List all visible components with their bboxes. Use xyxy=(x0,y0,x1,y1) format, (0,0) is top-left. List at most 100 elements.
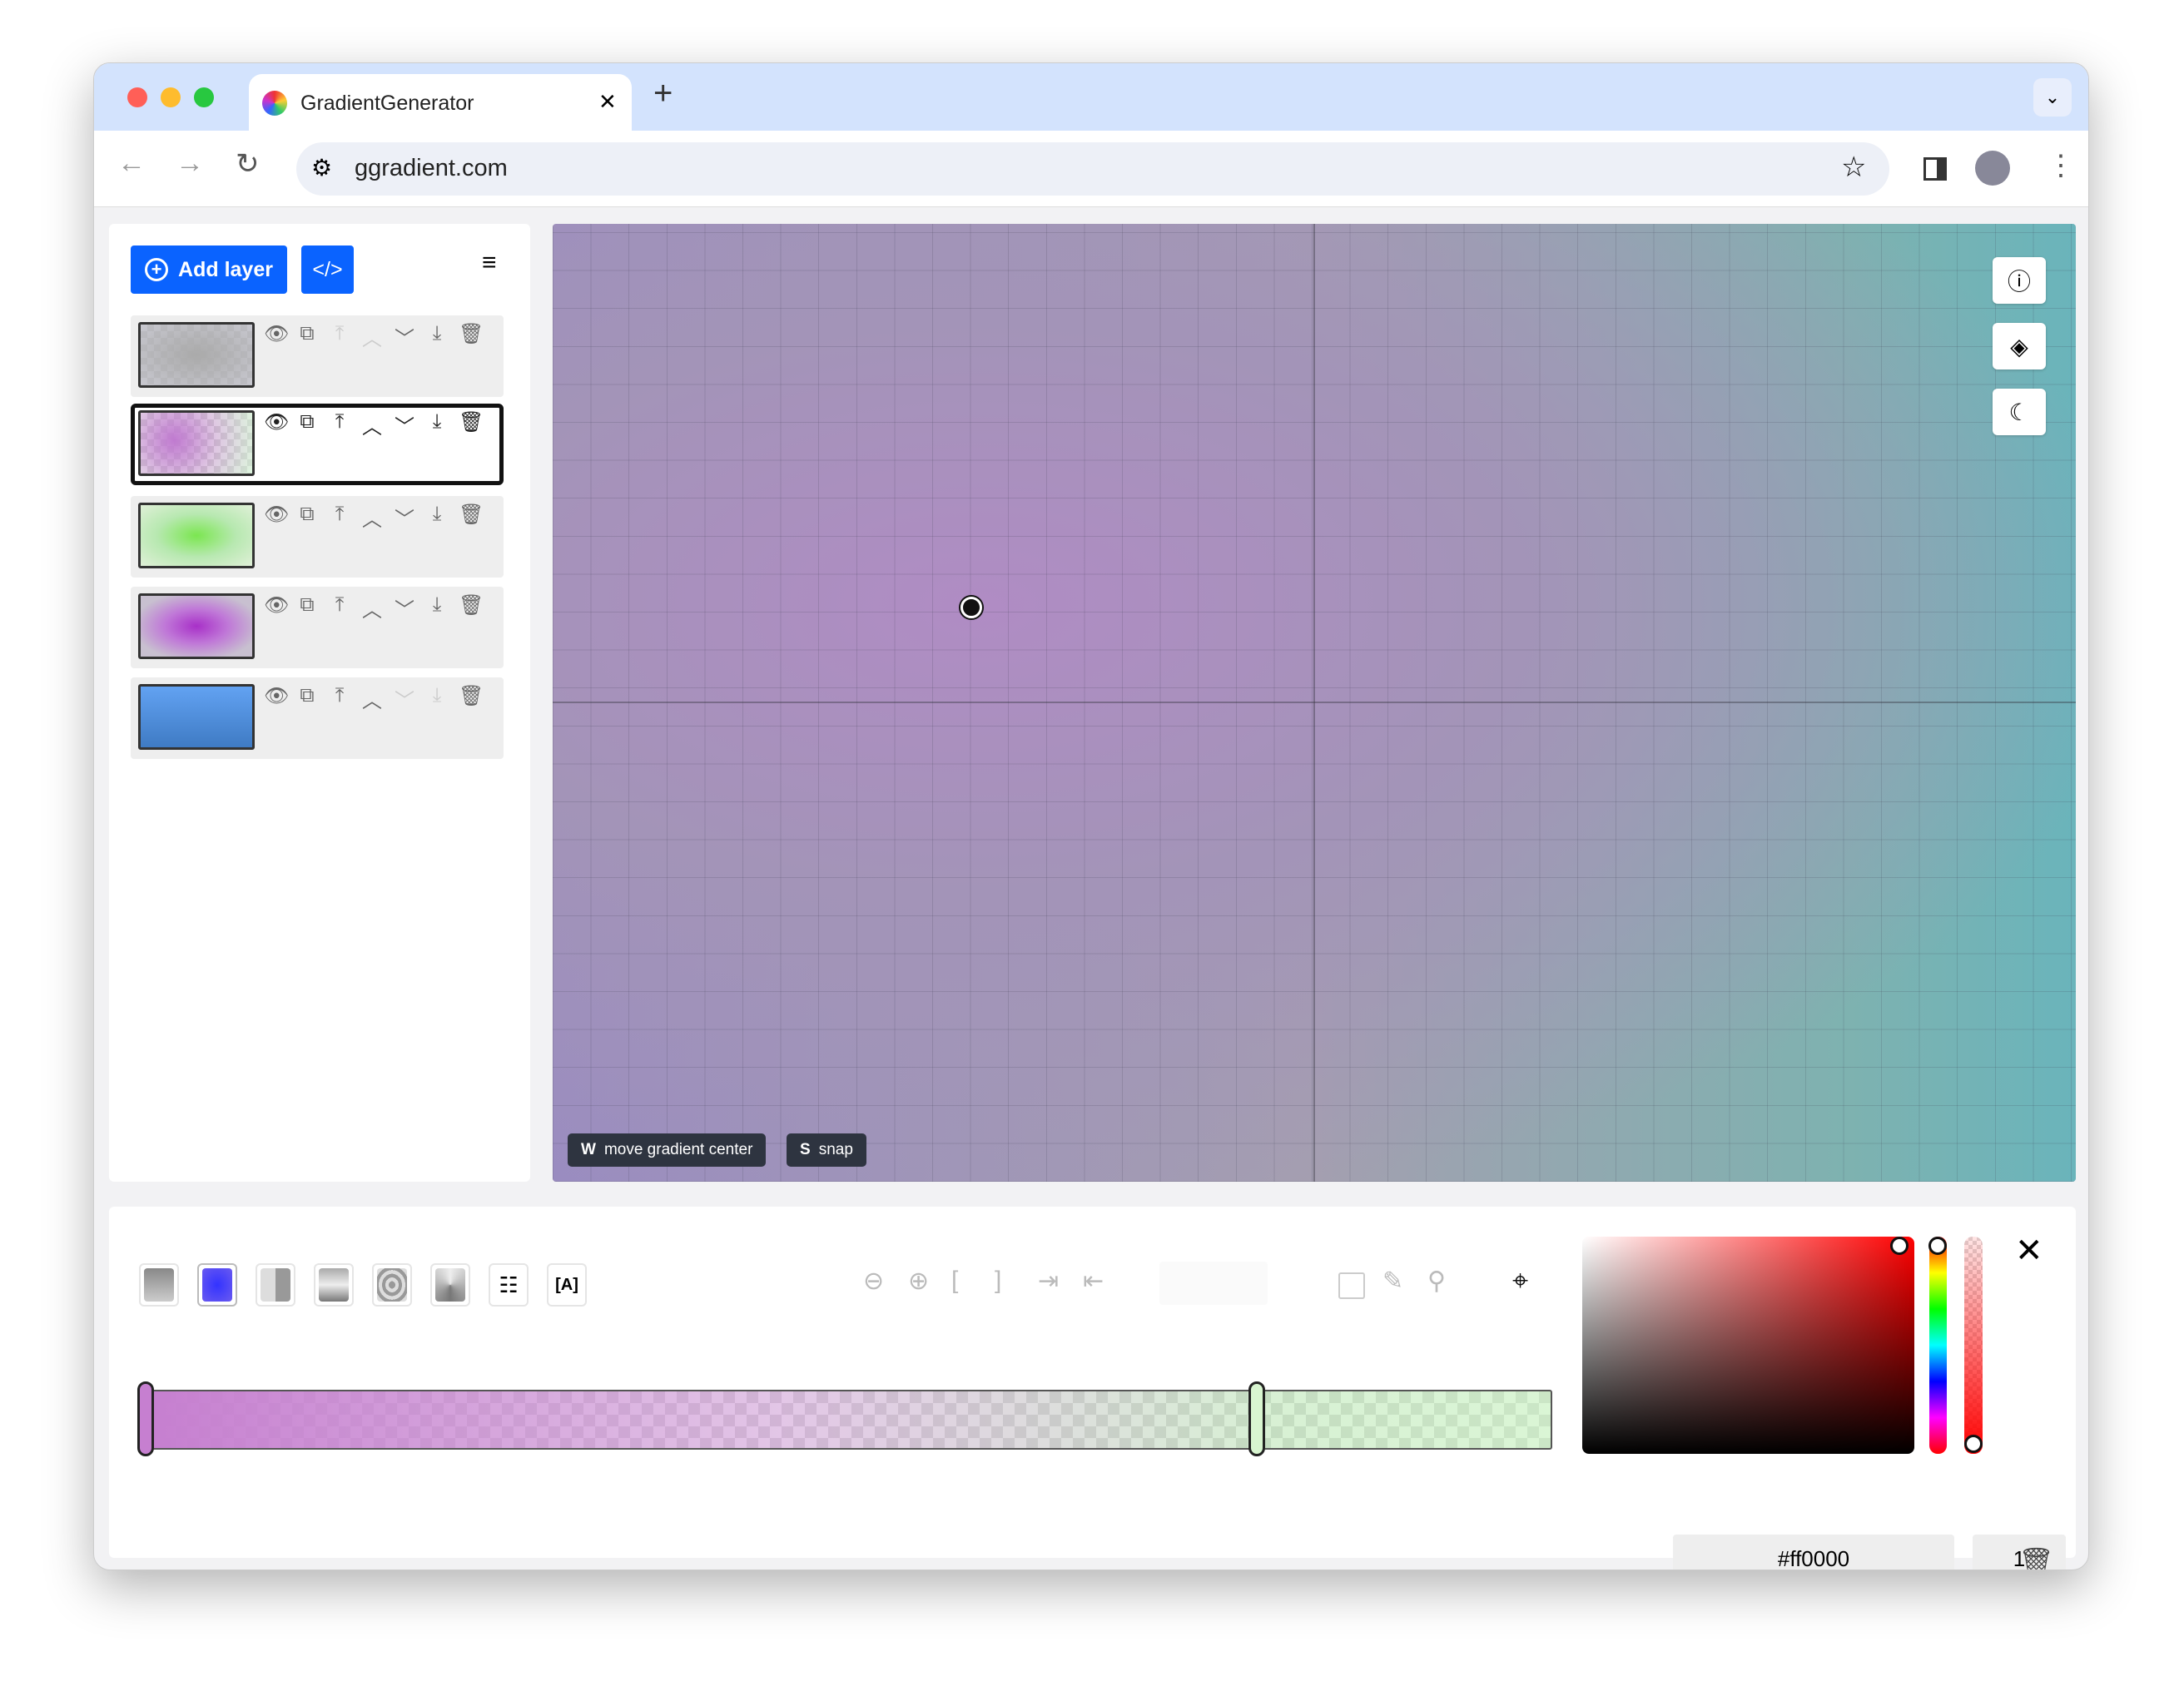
delete-icon[interactable]: 🗑 xyxy=(459,684,480,713)
delete-icon[interactable]: 🗑 xyxy=(459,322,480,351)
code-button[interactable]: </> xyxy=(301,245,354,294)
layer-item[interactable]: 👁 ⧉ ⤒ ︿ ﹀ ⤓ 🗑 xyxy=(131,496,504,578)
move-up-icon[interactable]: ︿ xyxy=(361,322,383,351)
hue-slider[interactable] xyxy=(1929,1237,1947,1454)
move-bottom-icon[interactable]: ⤓ xyxy=(426,503,448,532)
layer-item[interactable]: 👁 ⧉ ⤒ ︿ ﹀ ⤓ 🗑 xyxy=(131,315,504,397)
conic-type-button[interactable] xyxy=(256,1263,295,1307)
move-bottom-icon[interactable]: ⤓ xyxy=(426,322,448,351)
move-down-icon[interactable]: ﹀ xyxy=(394,322,415,351)
layer-item-selected[interactable]: 👁 ⧉ ⤒ ︿ ﹀ ⤓ 🗑 xyxy=(131,404,504,485)
move-down-icon[interactable]: ﹀ xyxy=(394,684,415,713)
solid-type-button[interactable] xyxy=(139,1263,179,1307)
delete-icon[interactable]: 🗑 xyxy=(459,503,480,532)
hide-icon[interactable]: 👁 xyxy=(264,503,285,532)
menu-icon[interactable]: ≡ xyxy=(482,249,497,277)
linear-type-button[interactable] xyxy=(314,1263,354,1307)
move-top-icon[interactable]: ⤒ xyxy=(329,410,350,439)
reload-icon[interactable]: ↻ xyxy=(236,147,260,181)
repeating-radial-button[interactable] xyxy=(372,1263,412,1307)
gradient-canvas[interactable]: ⓘ ◈ ☾ Wmove gradient center Ssnap xyxy=(553,224,2076,1182)
move-up-icon[interactable]: ︿ xyxy=(361,410,383,439)
hint-key: W xyxy=(581,1141,596,1159)
delete-stop-icon[interactable]: 🗑 xyxy=(2018,1546,2054,1570)
new-tab-button[interactable]: + xyxy=(653,75,673,112)
url-bar[interactable]: ⚙ ggradient.com ☆ xyxy=(296,142,1889,196)
bookmark-star-icon[interactable]: ☆ xyxy=(1841,151,1866,184)
duplicate-icon[interactable]: ⧉ xyxy=(296,593,318,622)
gradient-center-handle[interactable] xyxy=(960,597,982,618)
gradient-stop-handle[interactable] xyxy=(1248,1381,1265,1456)
radial-type-button-selected[interactable] xyxy=(197,1263,237,1307)
align-end-icon[interactable]: ⇥ xyxy=(1038,1267,1059,1296)
browser-window: GradientGenerator ✕ + ⌄ ← → ↻ ⚙ ggradien… xyxy=(93,62,2089,1570)
move-down-icon[interactable]: ﹀ xyxy=(394,503,415,532)
move-top-icon[interactable]: ⤒ xyxy=(329,503,350,532)
gradient-stops-bar[interactable] xyxy=(151,1390,1552,1450)
hide-icon[interactable]: 👁 xyxy=(264,410,285,439)
maximize-window-button[interactable] xyxy=(194,87,214,107)
move-up-icon[interactable]: ︿ xyxy=(361,684,383,713)
move-down-icon[interactable]: ﹀ xyxy=(394,593,415,622)
tab-list-chevron-icon[interactable]: ⌄ xyxy=(2033,78,2072,117)
hex-color-input[interactable] xyxy=(1673,1535,1954,1570)
help-button[interactable]: ⓘ xyxy=(1993,257,2046,304)
bracket-end-icon[interactable]: ] xyxy=(995,1267,1001,1295)
duplicate-icon[interactable]: ⧉ xyxy=(296,322,318,351)
back-icon[interactable]: ← xyxy=(117,147,146,180)
crosshair-icon[interactable]: ⌖ xyxy=(1512,1265,1528,1297)
move-bottom-icon[interactable]: ⤓ xyxy=(426,684,448,713)
move-up-icon[interactable]: ︿ xyxy=(361,593,383,622)
layer-thumbnail xyxy=(138,593,255,659)
hide-icon[interactable]: 👁 xyxy=(264,322,285,351)
close-picker-icon[interactable]: ✕ xyxy=(2015,1232,2043,1270)
tab-gradientgenerator[interactable]: GradientGenerator ✕ xyxy=(249,74,632,132)
align-start-icon[interactable]: ⇤ xyxy=(1083,1267,1104,1296)
move-up-icon[interactable]: ︿ xyxy=(361,503,383,532)
layer-item[interactable]: 👁 ⧉ ⤒ ︿ ﹀ ⤓ 🗑 xyxy=(131,677,504,759)
move-top-icon[interactable]: ⤒ xyxy=(329,322,350,351)
eyedropper-icon[interactable]: ✎ xyxy=(1382,1267,1403,1296)
hide-icon[interactable]: 👁 xyxy=(264,593,285,622)
delete-icon[interactable]: 🗑 xyxy=(459,410,480,439)
duplicate-icon[interactable]: ⧉ xyxy=(296,503,318,532)
move-down-icon[interactable]: ﹀ xyxy=(394,410,415,439)
close-window-button[interactable] xyxy=(127,87,147,107)
alpha-slider-handle[interactable] xyxy=(1964,1435,1983,1453)
move-top-icon[interactable]: ⤒ xyxy=(329,593,350,622)
move-top-icon[interactable]: ⤒ xyxy=(329,684,350,713)
close-tab-icon[interactable]: ✕ xyxy=(598,89,617,115)
rotate-left-icon[interactable]: ⊖ xyxy=(863,1267,884,1296)
color-swatch-group[interactable] xyxy=(1159,1262,1268,1305)
add-layer-button[interactable]: + Add layer xyxy=(131,245,287,294)
paint-roller-icon[interactable]: ⚲ xyxy=(1427,1267,1446,1296)
layer-thumbnail xyxy=(138,503,255,568)
focus-button[interactable]: [A] xyxy=(547,1263,587,1307)
saturation-value-picker[interactable] xyxy=(1582,1237,1914,1454)
gradient-stop-handle[interactable] xyxy=(137,1381,154,1456)
forward-icon[interactable]: → xyxy=(176,147,204,180)
side-panel-icon[interactable] xyxy=(1923,157,1947,181)
site-settings-icon[interactable]: ⚙ xyxy=(311,154,332,181)
move-bottom-icon[interactable]: ⤓ xyxy=(426,410,448,439)
browser-menu-icon[interactable]: ⋮ xyxy=(2047,149,2075,182)
hue-slider-handle[interactable] xyxy=(1928,1237,1947,1255)
layer-item[interactable]: 👁 ⧉ ⤒ ︿ ﹀ ⤓ 🗑 xyxy=(131,587,504,668)
sliders-icon: ☷ xyxy=(499,1272,518,1298)
hide-icon[interactable]: 👁 xyxy=(264,684,285,713)
bracket-start-icon[interactable]: [ xyxy=(951,1267,958,1295)
rotate-right-icon[interactable]: ⊕ xyxy=(908,1267,929,1296)
repeating-conic-button[interactable] xyxy=(430,1263,470,1307)
sv-picker-handle[interactable] xyxy=(1890,1237,1909,1255)
layers-toggle-button[interactable]: ◈ xyxy=(1993,323,2046,369)
transparent-swatch[interactable] xyxy=(1338,1272,1365,1299)
alpha-slider[interactable] xyxy=(1964,1237,1983,1454)
duplicate-icon[interactable]: ⧉ xyxy=(296,684,318,713)
move-bottom-icon[interactable]: ⤓ xyxy=(426,593,448,622)
delete-icon[interactable]: 🗑 xyxy=(459,593,480,622)
profile-avatar[interactable] xyxy=(1975,151,2010,186)
dark-mode-button[interactable]: ☾ xyxy=(1993,389,2046,435)
minimize-window-button[interactable] xyxy=(161,87,181,107)
adjustments-button[interactable]: ☷ xyxy=(489,1263,529,1307)
duplicate-icon[interactable]: ⧉ xyxy=(296,410,318,439)
